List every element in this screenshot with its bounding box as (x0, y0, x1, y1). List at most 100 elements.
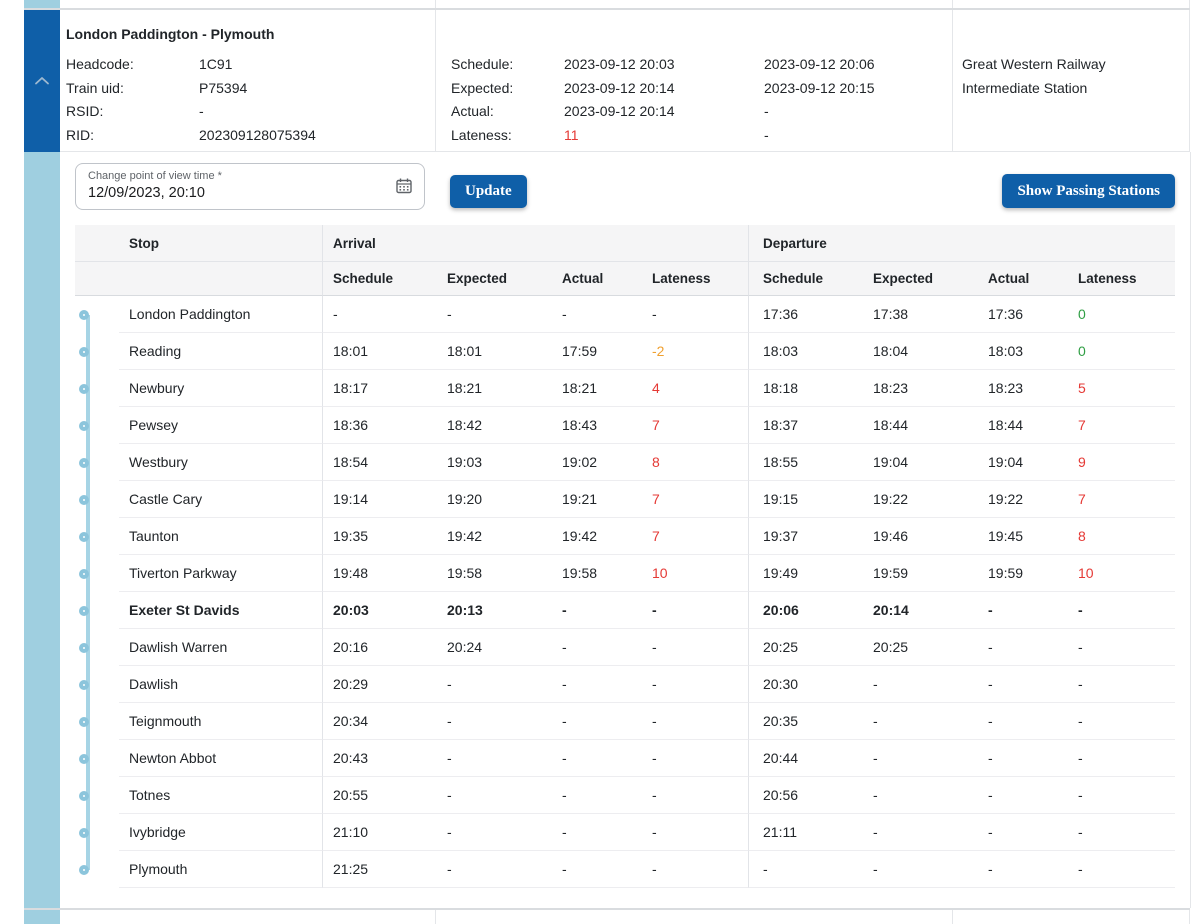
arrival-expected-cell: 20:24 (437, 629, 552, 666)
chevron-up-icon (35, 77, 49, 85)
divider (435, 910, 436, 924)
departure-expected-cell: - (863, 666, 978, 703)
expected-departure: 2023-09-12 20:15 (764, 79, 875, 96)
arrival-schedule-cell: 20:16 (322, 629, 437, 666)
timeline-dot-icon (79, 383, 89, 394)
departure-expected-cell: 18:23 (863, 370, 978, 407)
arrival-actual-cell: - (552, 296, 642, 333)
schedule-arrival: 2023-09-12 20:03 (564, 56, 675, 72)
timeline-header-spacer (75, 262, 119, 296)
arrival-actual-cell: 19:42 (552, 518, 642, 555)
arrival-actual-cell: 19:21 (552, 481, 642, 518)
timeline-dot-icon (79, 494, 89, 505)
timeline-dot-icon (79, 605, 89, 616)
arrival-expected-cell: 18:21 (437, 370, 552, 407)
stop-name: Teignmouth (119, 703, 322, 740)
stop-timeline (75, 481, 119, 518)
rsid-value: - (199, 103, 204, 119)
departure-actual-cell: - (978, 592, 1068, 629)
departure-schedule-cell: 20:06 (748, 592, 863, 629)
arrival-lateness-cell: 8 (642, 444, 748, 481)
departure-lateness-cell: 0 (1068, 333, 1175, 370)
stop-timeline (75, 444, 119, 481)
collapse-expander[interactable] (24, 10, 60, 152)
departure-expected-cell: 19:22 (863, 481, 978, 518)
point-of-view-time-input[interactable] (88, 185, 368, 201)
departure-schedule-cell: 18:03 (748, 333, 863, 370)
departure-expected-cell: 19:04 (863, 444, 978, 481)
arrival-schedule-cell: 19:35 (322, 518, 437, 555)
arrival-lateness-cell: 10 (642, 555, 748, 592)
train-uid-label: Train uid: (66, 79, 124, 96)
arrival-expected-cell: - (437, 777, 552, 814)
timeline-dot-icon (79, 827, 89, 838)
detail-content: Change point of view time * 12/09/2023, … (60, 152, 1191, 908)
stops-table: Stop Arrival Departure Schedule Expected… (75, 225, 1175, 888)
departure-schedule-header: Schedule (748, 262, 863, 296)
stop-name: London Paddington (119, 296, 322, 333)
arrival-lateness-cell: 7 (642, 518, 748, 555)
stop-row: Teignmouth 20:34 - - - 20:35 - - - (75, 703, 1175, 740)
arrival-lateness-cell: 4 (642, 370, 748, 407)
stop-timeline (75, 814, 119, 851)
stop-name: Plymouth (119, 851, 322, 888)
calendar-picker-button[interactable] (394, 177, 414, 197)
stop-name: Pewsey (119, 407, 322, 444)
previous-card-expander[interactable] (24, 0, 60, 8)
table-sub-header: Schedule Expected Actual Lateness Schedu… (75, 262, 1175, 296)
departure-actual-cell: - (978, 666, 1068, 703)
timeline-dot-icon (79, 531, 89, 542)
timeline-dot-icon (79, 753, 89, 764)
stop-row: London Paddington - - - - 17:36 17:38 17… (75, 296, 1175, 333)
train-detail-page: London Paddington - Plymouth Headcode: 1… (0, 0, 1204, 924)
arrival-lateness-cell: - (642, 851, 748, 888)
station-type: Intermediate Station (962, 79, 1088, 96)
departure-lateness-cell: 0 (1068, 296, 1175, 333)
arrival-schedule-cell: 20:34 (322, 703, 437, 740)
next-card-expander[interactable] (24, 910, 60, 924)
train-uid-value: P75394 (199, 79, 248, 96)
stop-row: Exeter St Davids 20:03 20:13 - - 20:06 2… (75, 592, 1175, 629)
arrival-expected-cell: 19:58 (437, 555, 552, 592)
table-group-header: Stop Arrival Departure (75, 225, 1175, 262)
previous-card-content (60, 0, 1190, 8)
stop-timeline (75, 296, 119, 333)
arrival-lateness-cell: - (642, 629, 748, 666)
divider (952, 910, 953, 924)
stop-timeline (75, 555, 119, 592)
stop-timeline (75, 777, 119, 814)
arrival-expected-cell: - (437, 851, 552, 888)
arrival-lateness-cell: - (642, 296, 748, 333)
departure-schedule-cell: 19:15 (748, 481, 863, 518)
departure-actual-cell: 19:04 (978, 444, 1068, 481)
arrival-expected-cell: 19:42 (437, 518, 552, 555)
update-button[interactable]: Update (450, 175, 527, 208)
departure-schedule-cell: 20:56 (748, 777, 863, 814)
departure-schedule-cell: 19:37 (748, 518, 863, 555)
stop-timeline (75, 407, 119, 444)
stop-row: Ivybridge 21:10 - - - 21:11 - - - (75, 814, 1175, 851)
timeline-dot-icon (79, 679, 89, 690)
route-title: London Paddington - Plymouth (66, 26, 275, 42)
arrival-schedule-cell: 19:48 (322, 555, 437, 592)
arrival-actual-cell: 18:21 (552, 370, 642, 407)
stop-name: Ivybridge (119, 814, 322, 851)
departure-actual-cell: 19:22 (978, 481, 1068, 518)
arrival-expected-cell: 19:03 (437, 444, 552, 481)
stops-table-body: London Paddington - - - - 17:36 17:38 17… (75, 296, 1175, 888)
stop-name: Exeter St Davids (119, 592, 322, 629)
point-of-view-time-field[interactable]: Change point of view time * (75, 163, 425, 210)
arrival-expected-cell: 20:13 (437, 592, 552, 629)
stop-timeline (75, 370, 119, 407)
arrival-lateness-cell: - (642, 592, 748, 629)
departure-expected-cell: 17:38 (863, 296, 978, 333)
show-passing-stations-button[interactable]: Show Passing Stations (1002, 174, 1175, 208)
arrival-actual-cell: - (552, 629, 642, 666)
next-card-content (60, 910, 1190, 924)
departure-actual-cell: 18:03 (978, 333, 1068, 370)
card-rail[interactable] (24, 152, 60, 908)
summary-card-content: London Paddington - Plymouth Headcode: 1… (60, 10, 1190, 152)
arrival-schedule-cell: 18:54 (322, 444, 437, 481)
train-summary-card: London Paddington - Plymouth Headcode: 1… (0, 10, 1204, 152)
arrival-actual-header: Actual (552, 262, 642, 296)
